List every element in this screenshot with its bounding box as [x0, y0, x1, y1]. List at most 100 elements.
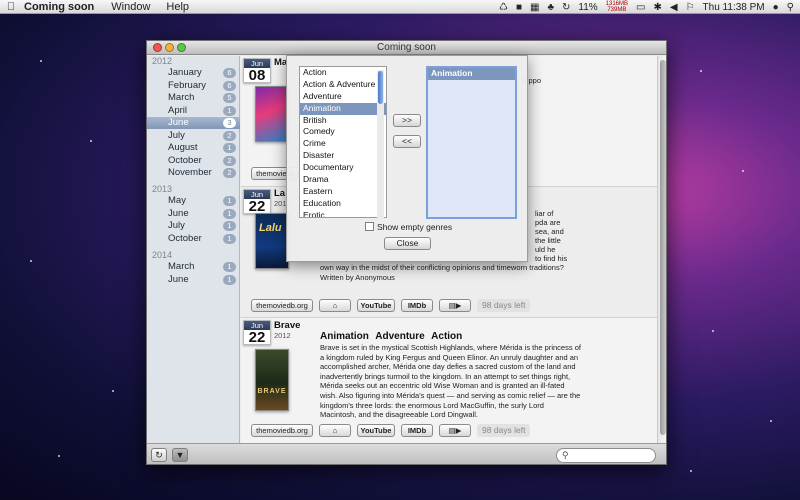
youtube-button-label: YouTube [360, 301, 392, 310]
genre-option-selected[interactable]: Animation [300, 102, 386, 115]
trailer-button[interactable]: ▤▶ [439, 299, 471, 312]
sidebar-item-july-2013[interactable]: July 1 [147, 220, 240, 232]
youtube-button[interactable]: YouTube [357, 424, 395, 437]
remove-genre-button[interactable]: << [393, 135, 421, 148]
screen-icon[interactable]: ▭ [636, 2, 645, 13]
sidebar-item-august[interactable]: August 1 [147, 142, 240, 154]
bluetooth-icon[interactable]: ✱ [653, 2, 661, 13]
film-icon: ▤▶ [448, 426, 462, 435]
movie-poster[interactable] [255, 86, 289, 142]
genre-option[interactable]: British [300, 115, 386, 127]
genre-option[interactable]: Crime [300, 138, 386, 150]
genre-option[interactable]: Erotic [300, 210, 386, 217]
memory-free: 739MB [607, 7, 627, 13]
memory-indicator[interactable]: 1316MB 739MB [606, 1, 628, 13]
sidebar-item-july[interactable]: July 2 [147, 130, 240, 142]
home-button[interactable]: ⌂ [319, 424, 351, 437]
genre-option[interactable]: Comedy [300, 126, 386, 138]
tmdb-button[interactable]: themoviedb.org [251, 424, 313, 437]
user-icon[interactable]: ● [773, 2, 779, 13]
sidebar-item-june[interactable]: June 3 [147, 117, 240, 129]
sidebar-item-february[interactable]: February 6 [147, 80, 240, 92]
folder-icon[interactable]: ▦ [530, 2, 539, 13]
selected-genre[interactable]: Animation [428, 68, 515, 80]
poster-logo-icon: Lalu [259, 222, 282, 234]
title-bar: Coming soon [147, 41, 666, 55]
sidebar-item-june-2014[interactable]: June 1 [147, 274, 240, 286]
movie-year: 2012 [274, 331, 291, 340]
search-input[interactable]: ⚲ [556, 448, 656, 463]
tmdb-button-label: themoviedb.org [256, 426, 308, 435]
genre-option[interactable]: Drama [300, 174, 386, 186]
minimize-window-icon[interactable] [165, 43, 174, 52]
days-left-label: 98 days left [477, 424, 531, 437]
sidebar-item-may[interactable]: May 1 [147, 195, 240, 207]
year-heading: 2012 [152, 56, 173, 66]
menu-window[interactable]: Window [103, 1, 158, 13]
imdb-button[interactable]: IMDb [401, 424, 433, 437]
selected-genres-list[interactable]: Animation [426, 66, 517, 219]
show-empty-genres-row[interactable]: Show empty genres [365, 222, 452, 233]
sidebar-item-october-2013[interactable]: October 1 [147, 233, 240, 245]
sidebar-item-label: July [168, 129, 185, 141]
menu-help[interactable]: Help [158, 1, 197, 13]
imdb-button[interactable]: IMDb [401, 299, 433, 312]
genre-option[interactable]: Action [300, 67, 386, 79]
spotlight-icon[interactable]: ⚲ [787, 2, 794, 13]
display-icon[interactable]: ■ [516, 2, 522, 13]
genre-list-scrollbar[interactable] [377, 70, 384, 219]
apple-menu-icon[interactable]:  [0, 1, 22, 13]
genre-option[interactable]: Education [300, 198, 386, 210]
home-button[interactable]: ⌂ [319, 299, 351, 312]
plot-text: Brave is set in the mystical Scottish Hi… [320, 343, 581, 420]
home-icon: ⌂ [332, 301, 338, 310]
release-date-calendar: Jun 08 [243, 58, 271, 83]
app-menu[interactable]: Coming soon [22, 1, 103, 13]
genre-option[interactable]: Eastern [300, 186, 386, 198]
youtube-button[interactable]: YouTube [357, 299, 395, 312]
close-button[interactable]: Close [384, 237, 431, 250]
battery-percent[interactable]: 11% [578, 2, 597, 13]
movie-poster[interactable]: Lalu [255, 213, 289, 269]
show-empty-genres-checkbox[interactable] [365, 222, 374, 231]
sidebar-item-november[interactable]: November 2 [147, 167, 240, 179]
genre-option[interactable]: Documentary [300, 162, 386, 174]
add-genre-label: >> [402, 115, 412, 125]
movie-poster[interactable]: BRAVE [255, 349, 289, 411]
clock[interactable]: Thu 11:38 PM [703, 2, 765, 13]
tmdb-button[interactable]: themoviedb.org [251, 299, 313, 312]
flag-icon[interactable]: ⚐ [686, 2, 695, 13]
genre-option[interactable]: Disaster [300, 150, 386, 162]
sidebar-item-october[interactable]: October 2 [147, 155, 240, 167]
genre-scroll-thumb[interactable] [378, 71, 383, 104]
filter-button[interactable]: ▼ [172, 448, 188, 462]
sidebar-item-april[interactable]: April 1 [147, 105, 240, 117]
trailer-button[interactable]: ▤▶ [439, 424, 471, 437]
month-sidebar: 2012 January 6 February 6 March 5 April 1 Ju… [147, 56, 240, 443]
zoom-window-icon[interactable] [177, 43, 186, 52]
sidebar-item-march[interactable]: March 5 [147, 92, 240, 104]
release-day: 22 [248, 198, 266, 215]
refresh-icon[interactable]: ↻ [562, 2, 570, 13]
sidebar-item-label: June [168, 207, 189, 219]
volume-icon[interactable]: ◀ [670, 2, 678, 13]
sidebar-item-label: October [168, 232, 202, 244]
list-scrollbar[interactable] [657, 56, 666, 443]
home-icon: ⌂ [332, 426, 338, 435]
sidebar-item-march-2014[interactable]: March 1 [147, 261, 240, 273]
list-item[interactable]: Jun 22 Brave 2012 BRAVE Animation Adventu… [241, 318, 657, 443]
plot-text: own way in the midst of their conflictin… [320, 263, 564, 272]
paw-icon[interactable]: ♣ [547, 2, 554, 13]
bottom-toolbar: ↻ ▼ ⚲ [147, 443, 666, 464]
scroll-thumb[interactable] [660, 60, 666, 435]
available-genres-list[interactable]: Action Action & Adventure Adventure Anim… [299, 66, 387, 218]
close-window-icon[interactable] [153, 43, 162, 52]
add-genre-button[interactable]: >> [393, 114, 421, 127]
genre-option[interactable]: Adventure [300, 91, 386, 103]
sidebar-item-january[interactable]: January 6 [147, 67, 240, 79]
sync-icon[interactable]: ♺ [499, 2, 508, 13]
genre-option[interactable]: Action & Adventure [300, 79, 386, 91]
refresh-button[interactable]: ↻ [151, 448, 167, 462]
sidebar-item-june-2013[interactable]: June 1 [147, 208, 240, 220]
count-badge: 5 [223, 93, 236, 103]
